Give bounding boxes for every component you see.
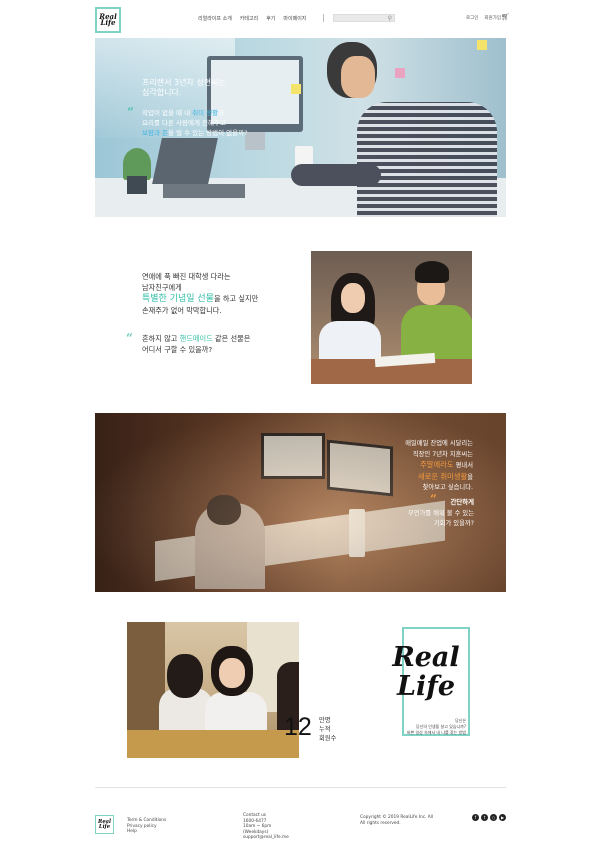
nav-item-about[interactable]: 리얼라이프 소개 (198, 15, 232, 22)
person-face (341, 56, 375, 98)
cart-icon[interactable]: 🛒︎ (501, 13, 510, 21)
community-photo (127, 622, 299, 758)
search-input[interactable]: ⚲ (333, 14, 395, 22)
student-highlight-line: 특별한 기념일 선물을 하고 싶지만 (142, 294, 259, 304)
table (127, 730, 299, 758)
login-link[interactable]: 로그인 (466, 15, 478, 21)
sticky-note (291, 84, 301, 94)
laptop-screen (152, 138, 218, 184)
worker-quote-head: 간단하게 (450, 498, 474, 506)
main-nav: 리얼라이프 소개 카테고리 후기 마이페이지 (198, 15, 306, 22)
member-count-label-1: 누적 (319, 726, 331, 733)
hero1-line-1: 작업이 없을 때 내 취미 생활과 (142, 109, 225, 117)
brand-word-2: Life (396, 671, 456, 702)
sticky-note (477, 40, 487, 50)
youtube-icon[interactable]: ▶ (499, 814, 506, 821)
student-girl-face (341, 283, 365, 313)
terms-link[interactable]: Term & Conditions (127, 818, 166, 824)
brand-word-1: Real (392, 642, 460, 673)
nav-divider (323, 14, 324, 22)
support-email[interactable]: support@real_life.me (243, 835, 289, 841)
twitter-icon[interactable]: t (481, 814, 488, 821)
user-links: 로그인 회원가입 (466, 15, 501, 21)
person-body (357, 102, 497, 217)
worker-quote-body: 무언가를 배워 볼 수 있는 기회가 있을까? (408, 510, 474, 527)
hero1-line-2: 요리를 다른 사람에게 전해주고 (142, 119, 226, 127)
laptop-base (163, 184, 245, 198)
footer-copyright: Copyright © 2019 RealLife Inc. All All r… (360, 815, 434, 826)
student-boy-hair (415, 261, 449, 283)
logo[interactable]: Real Life (95, 7, 121, 33)
instagram-icon[interactable]: ○ (490, 814, 497, 821)
logo-word-2: Life (100, 18, 116, 27)
social-links: f t ○ ▶ (472, 814, 506, 821)
student-line-3: 손재주가 없어 막막합니다. (142, 306, 222, 315)
hero1-line-3: 보람과 돈을 벌 수 있는 방법이 없을까? (142, 129, 248, 137)
member-count-label-2: 회원수 (319, 735, 337, 742)
student-story: 연애에 푹 빠진 대학생 다라는 남자친구에게 특별한 기념일 선물을 하고 싶… (142, 271, 258, 316)
brand-tagline: 당신은 당신의 인생을 살고 있습니까? 바쁜 일상 속에서 내 나를 찾는 방… (406, 718, 466, 735)
hero1-title-text: 프리랜서 3년차 성현씨는 심각합니다. (142, 78, 226, 97)
woman-hair (167, 654, 203, 698)
quote-icon: “ (126, 331, 133, 345)
quote-icon: “ (127, 105, 134, 119)
help-link[interactable]: Help (127, 829, 166, 835)
sticky-note (395, 68, 405, 78)
site-header: Real Life 리얼라이프 소개 카테고리 후기 마이페이지 ⚲ 로그인 회… (0, 0, 600, 38)
student-quote-body: 흔하지 않고 핸드메이드 같은 선물은 어디서 구할 수 있을까? (142, 334, 251, 354)
worker-highlight-1: 주말에라도 평내서 (420, 460, 473, 469)
footer-divider (95, 787, 506, 788)
worker-story: 매일매일 잔업에 시달리는 직장인 7년차 지훈씨는 주말에라도 평내서 새로운… (385, 439, 473, 494)
plant-pot (127, 176, 147, 194)
students-photo (311, 251, 472, 384)
search-icon[interactable]: ⚲ (388, 15, 392, 22)
brand-logo-large: Real Life (386, 643, 466, 701)
member-count: 12 (284, 713, 312, 741)
worker-line-2: 직장인 7년차 지훈씨는 (412, 450, 473, 458)
nav-item-category[interactable]: 카테고리 (240, 15, 258, 22)
footer-links: Term & Conditions Privacy policy Help (127, 818, 166, 835)
footer-logo[interactable]: Real Life (95, 815, 114, 834)
quote-icon: “ (430, 492, 437, 506)
worker-line-1: 매일매일 잔업에 시달리는 (405, 440, 473, 447)
member-count-unit: 만명 (319, 717, 331, 724)
student-line-2: 남자친구에게 (142, 283, 182, 292)
hero1-quote-body: 작업이 없을 때 내 취미 생활과 요리를 다른 사람에게 전해주고 보람과 돈… (142, 108, 292, 138)
worker-highlight-2: 새로운 취미생활을 (417, 471, 473, 481)
student-line-1: 연애에 푹 빠진 대학생 다라는 (142, 272, 231, 281)
facebook-icon[interactable]: f (472, 814, 479, 821)
person-arm (291, 164, 381, 186)
member-count-labels: 만명 누적 회원수 (319, 716, 336, 743)
footer-contact: Contact us 1600-6477 10am ~ 6pm (Weekday… (243, 813, 289, 841)
woman-face (219, 658, 245, 688)
signup-link[interactable]: 회원가입 (484, 15, 501, 21)
worker-line-3: 찾아보고 싶습니다. (422, 484, 473, 491)
hero1-title: 프리랜서 3년차 성현씨는 심각합니다. (142, 78, 252, 98)
nav-item-reviews[interactable]: 후기 (266, 15, 275, 22)
nav-item-mypage[interactable]: 마이페이지 (283, 15, 306, 22)
